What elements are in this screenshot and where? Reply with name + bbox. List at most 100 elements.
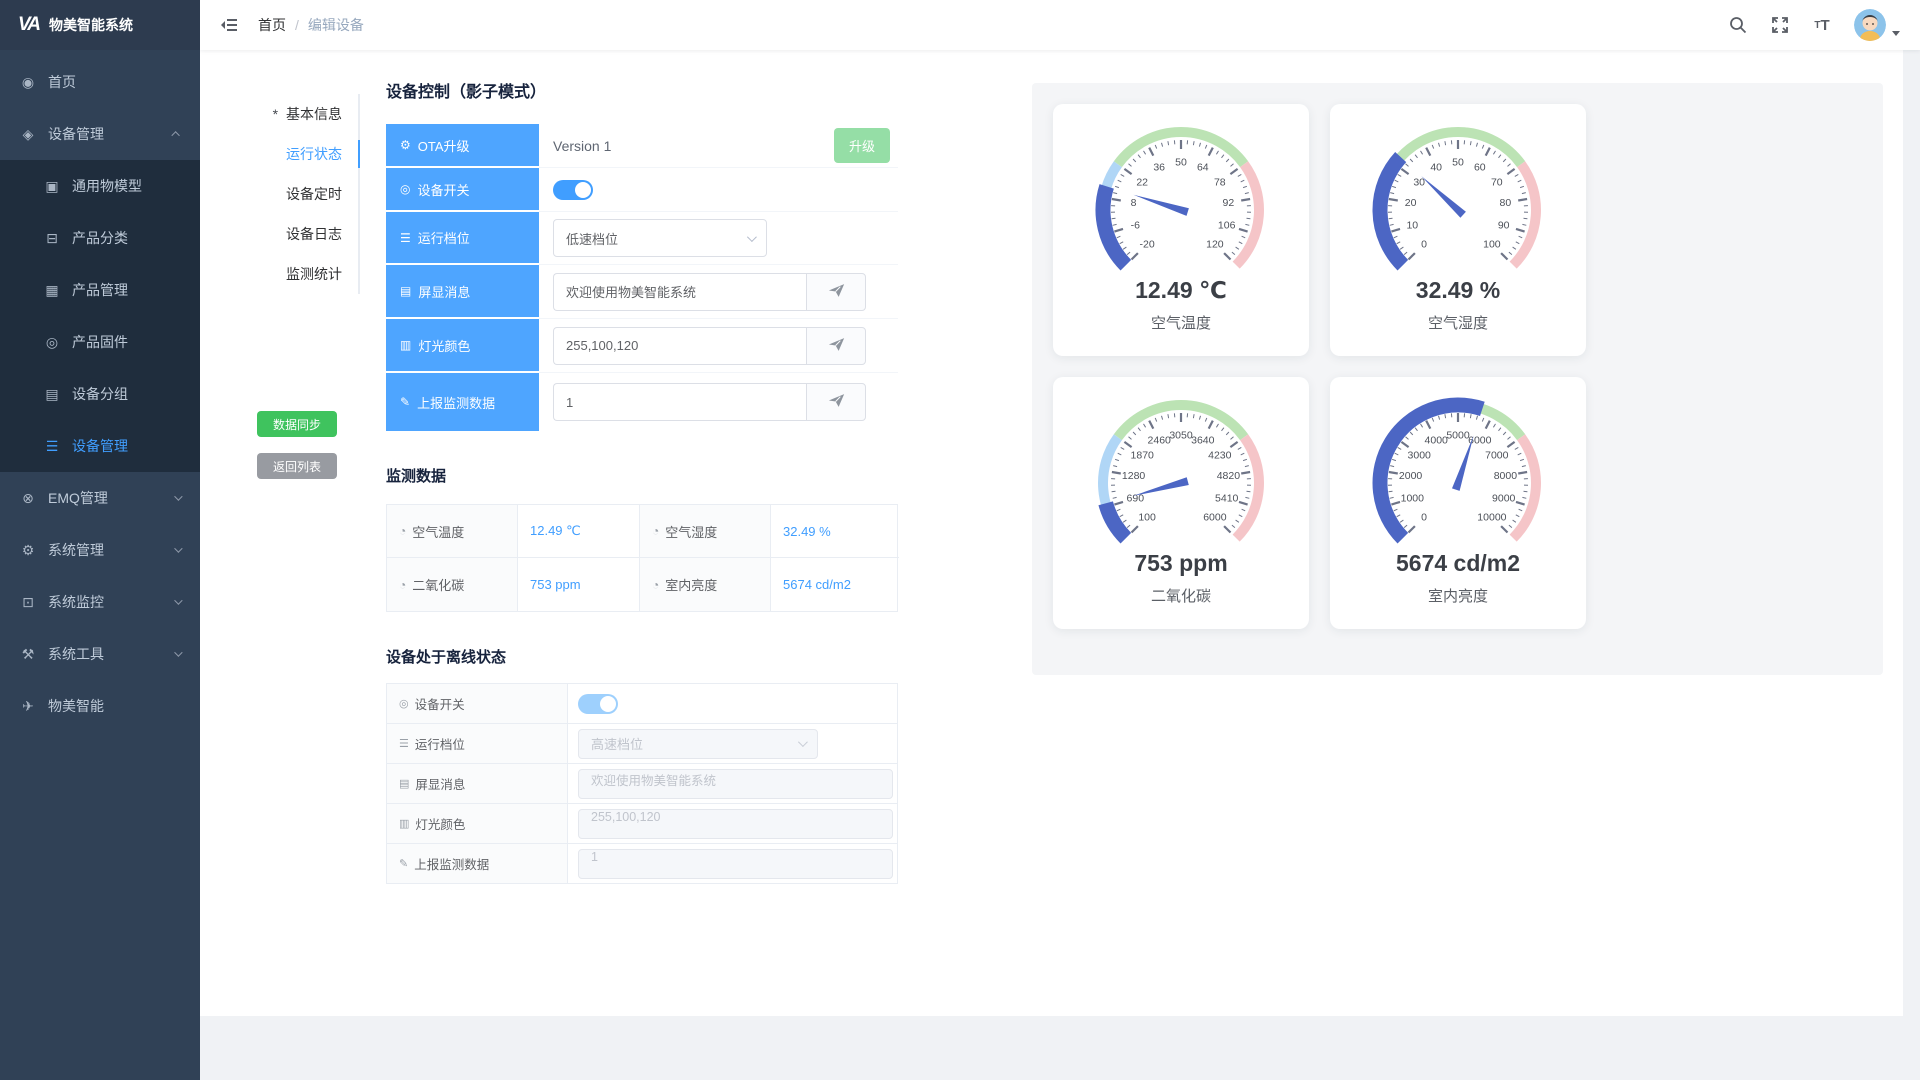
sidebar-item-home[interactable]: ◉ 首页 <box>0 56 200 108</box>
monitor-title: 监测数据 <box>386 465 898 486</box>
search-icon[interactable] <box>1728 15 1748 35</box>
run-level-select[interactable]: 低速档位 <box>553 219 767 257</box>
svg-text:40: 40 <box>1430 162 1442 174</box>
control-content <box>539 168 898 212</box>
switch-icon: ◎ <box>400 182 410 196</box>
offline-label: ☰ 运行档位 <box>387 724 568 763</box>
sidebar-item-label: 产品管理 <box>72 280 128 300</box>
chevron-down-icon <box>798 737 808 747</box>
monitor-value-co2: 753 ppm <box>518 558 640 611</box>
sidebar-submenu: ▣ 通用物模型 ⊟ 产品分类 ▦ 产品管理 ◎ 产品固件 ▤ 设备分组 ☰ 设备… <box>0 160 200 472</box>
message-input[interactable] <box>553 273 806 311</box>
svg-text:120: 120 <box>1206 238 1224 250</box>
gauge-chart: -20-68223650647892106120 <box>1053 114 1309 286</box>
svg-text:22: 22 <box>1136 176 1148 188</box>
sidebar-item-product-category[interactable]: ⊟ 产品分类 <box>0 212 200 264</box>
report-icon: ✎ <box>400 395 410 409</box>
color-icon: ▥ <box>399 817 409 830</box>
user-menu[interactable] <box>1854 9 1900 41</box>
monitor-table: ◔ 空气温度 12.49 ℃ ◔ 空气湿度 32.49 % ◔ 二氧化碳 753… <box>386 504 898 612</box>
sidebar-item-system-monitor[interactable]: ⊡ 系统监控 <box>0 576 200 628</box>
sidebar-fold-icon[interactable] <box>220 15 240 35</box>
upgrade-button[interactable]: 升级 <box>834 128 890 163</box>
gauge-chart: 1006901280187024603050364042304820541060… <box>1053 387 1309 559</box>
sidebar-item-label: 系统监控 <box>48 592 104 612</box>
data-sync-button[interactable]: 数据同步 <box>257 411 337 437</box>
paper-plane-icon <box>828 392 845 412</box>
sidebar-item-device-mgmt-item[interactable]: ☰ 设备管理 <box>0 420 200 472</box>
svg-text:1870: 1870 <box>1131 449 1155 461</box>
sidebar-item-system-mgmt[interactable]: ⚙ 系统管理 <box>0 524 200 576</box>
tab-run-status[interactable]: 运行状态 <box>248 134 358 174</box>
control-row-color: ▥ 灯光颜色 <box>386 319 898 373</box>
svg-text:3000: 3000 <box>1408 449 1432 461</box>
offline-label-text: 灯光颜色 <box>415 814 465 833</box>
sidebar-item-wumei-smart[interactable]: ✈ 物美智能 <box>0 680 200 732</box>
color-input[interactable] <box>553 327 806 365</box>
svg-text:10000: 10000 <box>1477 511 1506 523</box>
gauge-name: 二氧化碳 <box>1053 585 1309 606</box>
tab-label: 设备定时 <box>286 186 342 202</box>
tab-device-log[interactable]: 设备日志 <box>248 214 358 254</box>
sidebar-item-emq-mgmt[interactable]: ⊗ EMQ管理 <box>0 472 200 524</box>
sidebar-item-label: 系统工具 <box>48 644 104 664</box>
sidebar-item-product-firmware[interactable]: ◎ 产品固件 <box>0 316 200 368</box>
offline-level-select: 高速档位 <box>578 729 818 759</box>
gauge-card-1: 0102030405060708090100 32.49 % 空气湿度 <box>1330 104 1586 356</box>
tab-monitor-stats[interactable]: 监测统计 <box>248 254 358 294</box>
sidebar-item-system-tools[interactable]: ⚒ 系统工具 <box>0 628 200 680</box>
breadcrumb-home[interactable]: 首页 <box>258 15 286 35</box>
svg-text:90: 90 <box>1498 219 1510 231</box>
gauge-chart: 0100020003000400050006000700080009000100… <box>1330 387 1586 559</box>
fullscreen-icon[interactable] <box>1770 15 1790 35</box>
font-size-icon[interactable]: TT <box>1812 15 1832 35</box>
sidebar-item-label: 产品固件 <box>72 332 128 352</box>
svg-text:36: 36 <box>1153 162 1165 174</box>
sidebar-item-label: EMQ管理 <box>48 488 108 508</box>
sidebar-item-label: 首页 <box>48 72 76 92</box>
product-icon: ▦ <box>44 282 60 299</box>
offline-label: ▥ 灯光颜色 <box>387 804 568 843</box>
sidebar-item-label: 设备分组 <box>72 384 128 404</box>
tab-device-timer[interactable]: 设备定时 <box>248 174 358 214</box>
breadcrumb-current: 编辑设备 <box>308 15 364 35</box>
offline-label: ✎ 上报监测数据 <box>387 844 568 883</box>
svg-text:64: 64 <box>1197 162 1209 174</box>
monitor-label-brightness: ◔ 室内亮度 <box>640 558 771 611</box>
svg-text:70: 70 <box>1491 176 1503 188</box>
gauge-name: 空气湿度 <box>1330 312 1586 333</box>
svg-text:2460: 2460 <box>1148 435 1172 447</box>
gauge-name: 室内亮度 <box>1330 585 1586 606</box>
gauge-card-3: 0100020003000400050006000700080009000100… <box>1330 377 1586 629</box>
tab-basic-info[interactable]: * 基本信息 <box>248 94 358 134</box>
paper-plane-icon <box>828 282 845 302</box>
sidebar-item-product-mgmt[interactable]: ▦ 产品管理 <box>0 264 200 316</box>
svg-text:106: 106 <box>1218 219 1236 231</box>
send-button[interactable] <box>806 327 866 365</box>
send-button[interactable] <box>806 273 866 311</box>
gauge-card-0: -20-68223650647892106120 12.49 ℃ 空气温度 <box>1053 104 1309 356</box>
report-input[interactable] <box>553 383 806 421</box>
send-button[interactable] <box>806 383 866 421</box>
svg-text:4230: 4230 <box>1208 449 1232 461</box>
back-to-list-button[interactable]: 返回列表 <box>257 453 337 479</box>
app-logo[interactable]: VA 物美智能系统 <box>0 0 200 50</box>
control-label: ✎ 上报监测数据 <box>386 373 539 431</box>
sidebar-item-thing-model[interactable]: ▣ 通用物模型 <box>0 160 200 212</box>
tab-label: 监测统计 <box>286 266 342 282</box>
control-panel-title: 设备控制（影子模式） <box>386 78 898 102</box>
avatar[interactable] <box>1854 9 1886 41</box>
svg-text:1000: 1000 <box>1401 492 1425 504</box>
svg-text:8000: 8000 <box>1494 470 1518 482</box>
tools-icon: ⚒ <box>20 646 36 663</box>
topbar: 首页 / 编辑设备 TT <box>200 0 1920 50</box>
sidebar-item-device-group[interactable]: ▤ 设备分组 <box>0 368 200 420</box>
offline-content: 欢迎使用物美智能系统 <box>568 764 897 803</box>
control-label-text: 屏显消息 <box>418 282 470 301</box>
sidebar-item-device-mgmt[interactable]: ◈ 设备管理 <box>0 108 200 160</box>
monitor-label-text: 二氧化碳 <box>412 575 464 594</box>
svg-text:100: 100 <box>1483 238 1501 250</box>
chevron-down-icon <box>174 596 182 604</box>
device-switch-toggle[interactable] <box>553 180 593 200</box>
svg-text:0: 0 <box>1421 511 1427 523</box>
